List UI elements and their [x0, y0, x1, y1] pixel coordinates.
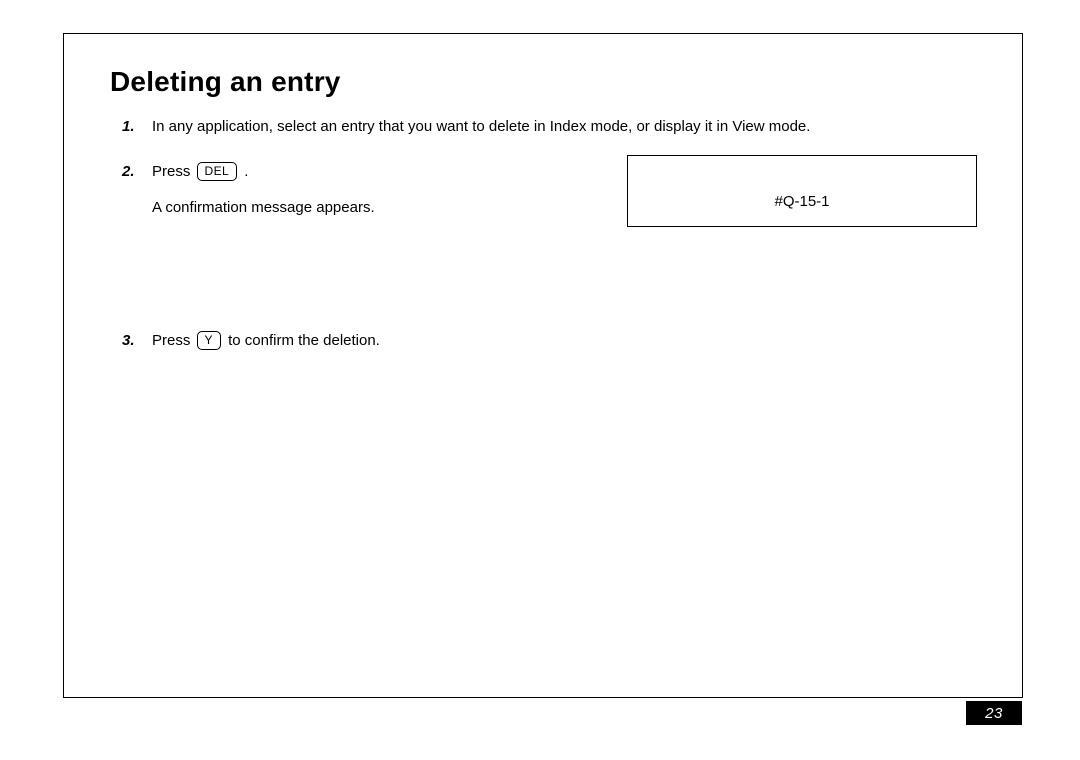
del-keycap-icon: DEL: [197, 162, 238, 181]
y-keycap-icon: Y: [197, 331, 221, 350]
step-number-2: 2.: [122, 161, 135, 184]
step-1-text: In any application, select an entry that…: [152, 116, 982, 139]
page-number-text: 23: [985, 705, 1003, 722]
step-number-3: 3.: [122, 330, 135, 353]
callout-box: #Q-15-1: [627, 155, 977, 227]
step-3-press: Press: [152, 332, 195, 349]
step-3-text: Press Y to confirm the deletion.: [152, 330, 982, 353]
step-3-rest: to confirm the deletion.: [224, 332, 380, 349]
page-frame: Deleting an entry 1. In any application,…: [63, 33, 1023, 698]
step-2-press: Press: [152, 163, 195, 180]
section-title: Deleting an entry: [110, 66, 982, 98]
step-2-period: .: [240, 163, 248, 180]
step-number-1: 1.: [122, 116, 135, 139]
page-number: 23: [966, 701, 1022, 725]
steps-list: 1. In any application, select an entry t…: [110, 116, 982, 352]
step-3: 3. Press Y to confirm the deletion.: [152, 330, 982, 353]
step-2: 2. Press DEL . A confirmation message ap…: [152, 161, 982, 220]
step-1: 1. In any application, select an entry t…: [152, 116, 982, 139]
callout-text: #Q-15-1: [774, 191, 829, 214]
